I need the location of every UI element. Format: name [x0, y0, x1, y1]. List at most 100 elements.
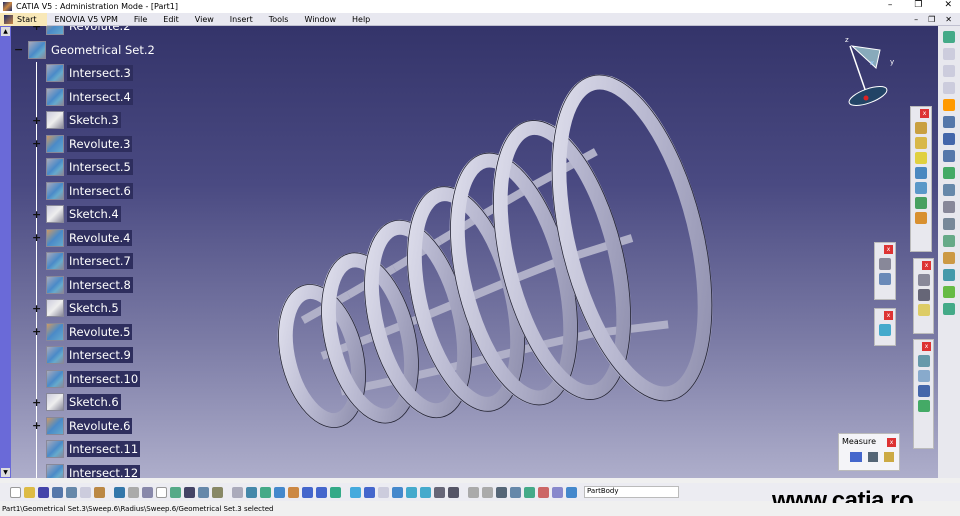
tool-icon[interactable] — [943, 167, 955, 179]
toolbar-icon[interactable] — [448, 486, 459, 498]
tree-item[interactable]: Intersect.3 — [46, 63, 133, 83]
toolbar-icon[interactable] — [66, 486, 77, 498]
maximize-button[interactable]: ❐ — [914, 0, 922, 10]
tool-icon[interactable] — [943, 65, 955, 77]
transform-icon[interactable] — [917, 355, 930, 367]
expand-icon[interactable]: + — [32, 26, 42, 33]
pocket-icon[interactable] — [915, 137, 927, 149]
doc-minimize-button[interactable]: – — [914, 15, 918, 24]
multi-pad-icon[interactable] — [915, 212, 927, 224]
toolbar-icon[interactable] — [330, 486, 341, 498]
toolbar-icon[interactable] — [24, 486, 35, 498]
close-icon[interactable]: x — [920, 109, 929, 118]
toolbar-icon[interactable] — [392, 486, 403, 498]
tree-item[interactable]: Intersect.9 — [46, 345, 133, 365]
tree-item[interactable]: Intersect.6 — [46, 181, 133, 201]
tool-icon[interactable] — [943, 31, 955, 43]
toolbar-icon[interactable] — [184, 486, 195, 498]
tree-item[interactable]: + Revolute.5 — [32, 322, 133, 342]
tool-icon[interactable] — [943, 218, 955, 230]
toolbar-icon[interactable] — [156, 486, 167, 498]
menu-enovia[interactable]: ENOVIA V5 VPM — [47, 15, 126, 24]
toolbar-icon[interactable] — [566, 486, 577, 498]
close-icon[interactable]: x — [884, 245, 893, 254]
tree-item[interactable]: + Sketch.5 — [32, 298, 121, 318]
toolbar-icon[interactable] — [434, 486, 445, 498]
close-icon[interactable]: x — [922, 261, 931, 270]
toolbar-icon[interactable] — [10, 486, 21, 498]
tree-item[interactable]: + Revolute.3 — [32, 134, 133, 154]
tree-item[interactable]: Intersect.4 — [46, 87, 133, 107]
tree-item[interactable]: + Revolute.6 — [32, 416, 133, 436]
menu-start[interactable]: Start — [0, 12, 47, 26]
expand-icon[interactable]: + — [32, 396, 42, 409]
constraint-icon[interactable] — [879, 258, 891, 270]
close-button[interactable]: ✕ — [944, 0, 952, 10]
close-icon[interactable]: x — [887, 438, 896, 447]
toolbar-icon[interactable] — [232, 486, 243, 498]
point-icon[interactable] — [917, 274, 930, 286]
menu-edit[interactable]: Edit — [155, 15, 187, 24]
toolbar-icon[interactable] — [142, 486, 153, 498]
expand-icon[interactable]: + — [32, 325, 42, 338]
constraint-box-icon[interactable] — [879, 273, 891, 285]
tree-scrollbar[interactable]: ▲ ▼ — [0, 26, 11, 478]
tree-item[interactable]: Intersect.10 — [46, 369, 141, 389]
scroll-down-button[interactable]: ▼ — [1, 468, 10, 477]
tool-icon[interactable] — [943, 48, 955, 60]
pattern-icon[interactable] — [917, 385, 930, 397]
scale-icon[interactable] — [917, 400, 930, 412]
toolbar-icon[interactable] — [198, 486, 209, 498]
toolbar-icon[interactable] — [212, 486, 223, 498]
minimize-button[interactable]: – — [888, 0, 893, 10]
expand-icon[interactable]: + — [32, 114, 42, 127]
toolbar-icon[interactable] — [364, 486, 375, 498]
menu-view[interactable]: View — [187, 15, 222, 24]
toolbar-icon[interactable] — [552, 486, 563, 498]
tool-icon[interactable] — [943, 133, 955, 145]
shaft-icon[interactable] — [915, 152, 927, 164]
tree-item[interactable]: Intersect.7 — [46, 251, 133, 271]
expand-icon[interactable]: + — [32, 208, 42, 221]
tool-icon[interactable] — [943, 201, 955, 213]
tool-icon[interactable] — [943, 116, 955, 128]
toolbar-icon[interactable] — [38, 486, 49, 498]
menu-window[interactable]: Window — [296, 15, 344, 24]
toolbar-icon[interactable] — [378, 486, 389, 498]
toolbar-icon[interactable] — [420, 486, 431, 498]
compass-icon[interactable]: z x y — [830, 32, 900, 112]
toolbar-icon[interactable] — [350, 486, 361, 498]
tree-item[interactable]: + Sketch.6 — [32, 392, 121, 412]
menu-tools[interactable]: Tools — [261, 15, 297, 24]
measure-item-icon[interactable] — [868, 452, 878, 462]
tool-icon[interactable] — [943, 99, 955, 111]
toolbar-icon[interactable] — [246, 486, 257, 498]
close-icon[interactable]: x — [884, 311, 893, 320]
menu-help[interactable]: Help — [344, 15, 378, 24]
toolbar-icon[interactable] — [510, 486, 521, 498]
tool-icon[interactable] — [943, 269, 955, 281]
toolbar-icon[interactable] — [80, 486, 91, 498]
toolbar-icon[interactable] — [128, 486, 139, 498]
measure-between-icon[interactable] — [850, 452, 862, 462]
toolbar-icon[interactable] — [406, 486, 417, 498]
tree-item[interactable]: Intersect.12 — [46, 463, 141, 478]
line-icon[interactable] — [917, 289, 930, 301]
toolbar-icon[interactable] — [52, 486, 63, 498]
scroll-up-button[interactable]: ▲ — [1, 27, 10, 36]
toolbar-icon[interactable] — [482, 486, 493, 498]
toolbar-icon[interactable] — [302, 486, 313, 498]
tool-icon[interactable] — [943, 184, 955, 196]
3d-viewport[interactable]: ▲ ▼ + Revolute.2 − Geometrical Set.2 Interse… — [0, 26, 938, 478]
doc-close-button[interactable]: ✕ — [945, 15, 952, 24]
close-icon[interactable]: x — [922, 342, 931, 351]
toolbar-icon[interactable] — [114, 486, 125, 498]
tree-item[interactable]: + Sketch.3 — [32, 110, 121, 130]
toolbar-icon[interactable] — [316, 486, 327, 498]
toolbar-icon[interactable] — [468, 486, 479, 498]
menu-file[interactable]: File — [126, 15, 155, 24]
tool-icon[interactable] — [943, 286, 955, 298]
current-body-dropdown[interactable]: PartBody — [584, 486, 679, 498]
tree-item[interactable]: Intersect.8 — [46, 275, 133, 295]
tool-icon[interactable] — [943, 252, 955, 264]
